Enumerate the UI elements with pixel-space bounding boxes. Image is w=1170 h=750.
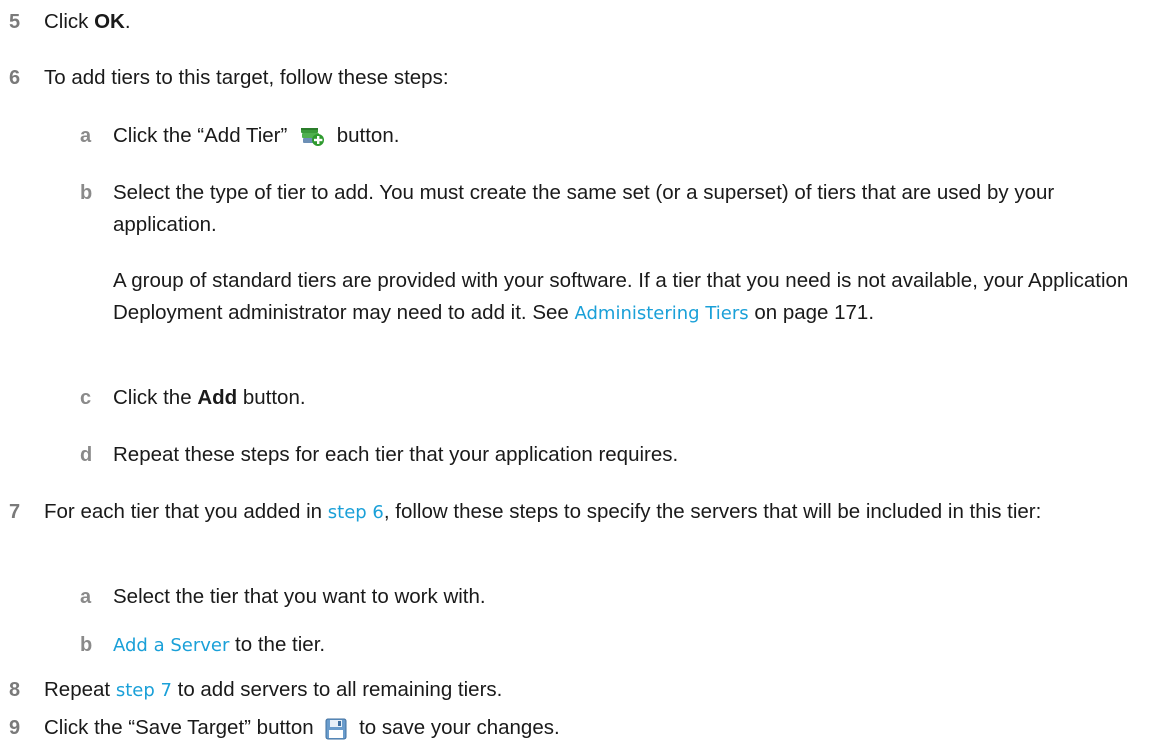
substep-text-pre: Click the bbox=[113, 386, 198, 409]
substep-text: Repeat these steps for each tier that yo… bbox=[113, 443, 679, 466]
step-number: 8 bbox=[9, 679, 21, 701]
substep-letter: a bbox=[80, 586, 92, 608]
step-6-link[interactable]: step 6 bbox=[328, 502, 384, 523]
add-a-server-link[interactable]: Add a Server bbox=[113, 635, 229, 656]
step-text: Repeat step 7 to add servers to all rema… bbox=[44, 674, 1146, 707]
substep-letter: c bbox=[80, 387, 92, 409]
administering-tiers-link[interactable]: Administering Tiers bbox=[575, 303, 749, 324]
substep-letter: b bbox=[80, 634, 93, 656]
step-text-pre: For each tier that you added in bbox=[44, 500, 328, 523]
step-text: Click the “Save Target” button to save y… bbox=[44, 712, 1146, 750]
step-text-pre: Click bbox=[44, 10, 95, 33]
step-text-post: . bbox=[124, 10, 131, 33]
substep-text-post: to the tier. bbox=[229, 633, 326, 656]
substep-text-post: button. bbox=[237, 386, 306, 409]
substep-letter: d bbox=[80, 444, 93, 466]
step-text: To add tiers to this target, follow thes… bbox=[44, 66, 449, 89]
add-label: Add bbox=[197, 386, 238, 409]
step-text: Click OK. bbox=[44, 6, 1146, 38]
step-text-pre: Repeat bbox=[44, 678, 116, 701]
step-number: 5 bbox=[9, 11, 21, 33]
substep-letter: a bbox=[80, 125, 92, 147]
note-paragraph: A group of standard tiers are provided w… bbox=[113, 265, 1146, 330]
substep-text: Select the type of tier to add. You must… bbox=[113, 181, 1055, 236]
substep-text: Click the “Add Tier” button. bbox=[113, 120, 1146, 158]
step-text-post: to save your changes. bbox=[359, 716, 560, 739]
ok-label: OK bbox=[94, 10, 125, 33]
substep-text-pre: Click the “Add Tier” bbox=[113, 124, 288, 147]
step-text-pre: Click the “Save Target” button bbox=[44, 716, 314, 739]
substep-letter: b bbox=[80, 182, 93, 204]
substep-text: Click the Add button. bbox=[113, 382, 1146, 414]
substep-text-post: button. bbox=[336, 124, 400, 147]
step-number: 7 bbox=[9, 501, 21, 523]
substep-text: Select the tier that you want to work wi… bbox=[113, 585, 486, 608]
step-number: 9 bbox=[9, 717, 21, 739]
step-number: 6 bbox=[9, 67, 21, 89]
add-tier-icon bbox=[299, 124, 325, 158]
note-text-post: on page 171. bbox=[748, 301, 875, 324]
step-7-link[interactable]: step 7 bbox=[116, 680, 172, 701]
step-text-post: , follow these steps to specify the serv… bbox=[383, 500, 1042, 523]
step-text-post: to add servers to all remaining tiers. bbox=[171, 678, 503, 701]
step-text: For each tier that you added in step 6, … bbox=[44, 496, 1146, 529]
substep-text: Add a Server to the tier. bbox=[113, 629, 1146, 662]
